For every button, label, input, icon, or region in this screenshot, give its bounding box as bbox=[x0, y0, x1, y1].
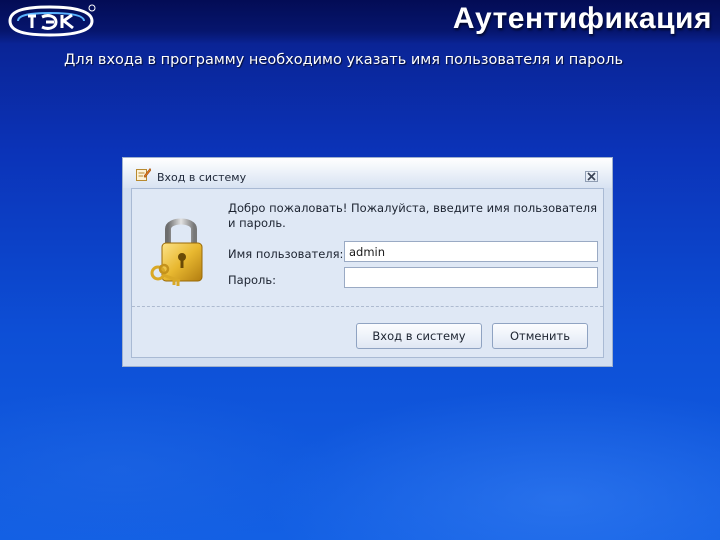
login-button[interactable]: Вход в систему bbox=[356, 323, 482, 349]
company-logo bbox=[8, 4, 96, 37]
dialog-titlebar[interactable]: Вход в систему bbox=[123, 158, 612, 188]
dialog-title: Вход в систему bbox=[157, 171, 247, 184]
close-icon[interactable] bbox=[585, 171, 598, 182]
padlock-with-keys-icon bbox=[150, 218, 203, 286]
cancel-button[interactable]: Отменить bbox=[492, 323, 588, 349]
login-dialog: Вход в систему Добро пожаловать! Пожалуй… bbox=[122, 157, 613, 367]
pencil-edit-icon bbox=[136, 167, 151, 181]
username-label: Имя пользователя: bbox=[228, 247, 344, 261]
slide-subtitle: Для входа в программу необходимо указать… bbox=[64, 52, 624, 68]
login-panel: Добро пожаловать! Пожалуйста, введите им… bbox=[131, 188, 604, 358]
welcome-text: Добро пожаловать! Пожалуйста, введите им… bbox=[228, 201, 598, 230]
slide-title: Аутентификация bbox=[452, 2, 712, 35]
username-input[interactable] bbox=[344, 241, 598, 262]
divider bbox=[132, 306, 603, 307]
password-label: Пароль: bbox=[228, 273, 277, 287]
password-input[interactable] bbox=[344, 267, 598, 288]
